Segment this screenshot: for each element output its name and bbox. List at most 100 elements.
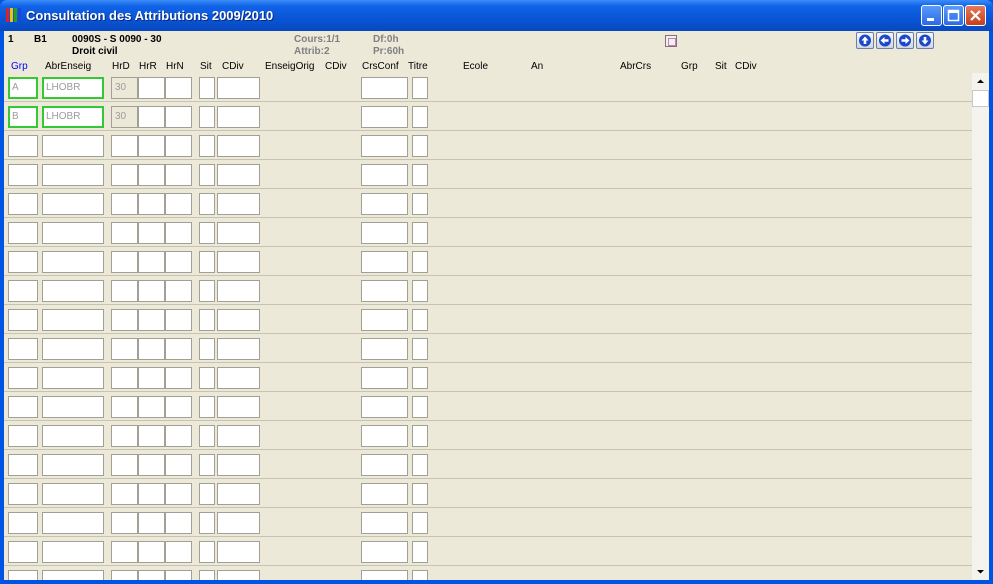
hrd-input[interactable]: [111, 193, 138, 215]
grp-input[interactable]: [8, 570, 38, 580]
titre-input[interactable]: [412, 570, 428, 580]
abr-enseig-input[interactable]: [42, 367, 104, 389]
hrr-input[interactable]: [138, 222, 165, 244]
abr-enseig-input[interactable]: [42, 512, 104, 534]
crs-conf-input[interactable]: [361, 338, 408, 360]
hrr-input[interactable]: [138, 396, 165, 418]
grp-input[interactable]: [8, 251, 38, 273]
titre-input[interactable]: [412, 541, 428, 563]
nav-right-button[interactable]: [896, 32, 914, 49]
titre-input[interactable]: [412, 309, 428, 331]
abr-enseig-input[interactable]: [42, 338, 104, 360]
abr-enseig-input[interactable]: [42, 483, 104, 505]
grp-input[interactable]: [8, 541, 38, 563]
hrd-input[interactable]: [111, 135, 138, 157]
hrn-input[interactable]: [165, 338, 192, 360]
abr-enseig-input[interactable]: [42, 570, 104, 580]
cdiv-input[interactable]: [217, 512, 260, 534]
sit-input[interactable]: [199, 135, 215, 157]
crs-conf-input[interactable]: [361, 541, 408, 563]
abr-enseig-input[interactable]: [42, 222, 104, 244]
hrr-input[interactable]: [138, 106, 165, 128]
hrn-input[interactable]: [165, 135, 192, 157]
abr-enseig-input[interactable]: [42, 193, 104, 215]
crs-conf-input[interactable]: [361, 425, 408, 447]
col-header-crs-conf[interactable]: CrsConf: [362, 61, 399, 72]
abr-enseig-input[interactable]: [42, 135, 104, 157]
col-header-sit-2[interactable]: Sit: [715, 61, 727, 72]
nav-up-button[interactable]: [856, 32, 874, 49]
grp-input[interactable]: [8, 425, 38, 447]
hrd-input[interactable]: [111, 164, 138, 186]
cdiv-input[interactable]: [217, 106, 260, 128]
crs-conf-input[interactable]: [361, 512, 408, 534]
titre-input[interactable]: [412, 135, 428, 157]
cdiv-input[interactable]: [217, 338, 260, 360]
cdiv-input[interactable]: [217, 483, 260, 505]
grp-input[interactable]: B: [8, 106, 38, 128]
cdiv-input[interactable]: [217, 541, 260, 563]
cdiv-input[interactable]: [217, 425, 260, 447]
col-header-grp[interactable]: Grp: [11, 61, 28, 72]
titre-input[interactable]: [412, 164, 428, 186]
cdiv-input[interactable]: [217, 396, 260, 418]
grp-input[interactable]: [8, 338, 38, 360]
titre-input[interactable]: [412, 454, 428, 476]
hrn-input[interactable]: [165, 396, 192, 418]
sit-input[interactable]: [199, 106, 215, 128]
crs-conf-input[interactable]: [361, 483, 408, 505]
col-header-cdiv-3[interactable]: CDiv: [735, 61, 757, 72]
sit-input[interactable]: [199, 541, 215, 563]
sit-input[interactable]: [199, 396, 215, 418]
sit-input[interactable]: [199, 512, 215, 534]
hrn-input[interactable]: [165, 309, 192, 331]
crs-conf-input[interactable]: [361, 570, 408, 580]
crs-conf-input[interactable]: [361, 396, 408, 418]
hrd-input[interactable]: [111, 251, 138, 273]
crs-conf-input[interactable]: [361, 135, 408, 157]
close-button[interactable]: [965, 5, 986, 26]
hrn-input[interactable]: [165, 222, 192, 244]
crs-conf-input[interactable]: [361, 164, 408, 186]
grp-input[interactable]: A: [8, 77, 38, 99]
hrr-input[interactable]: [138, 135, 165, 157]
col-header-hrd[interactable]: HrD: [112, 61, 130, 72]
abr-enseig-input[interactable]: LHOBR: [42, 106, 104, 128]
hrd-input[interactable]: [111, 541, 138, 563]
abr-enseig-input[interactable]: [42, 454, 104, 476]
crs-conf-input[interactable]: [361, 77, 408, 99]
record-marker-icon[interactable]: [665, 35, 677, 47]
crs-conf-input[interactable]: [361, 106, 408, 128]
crs-conf-input[interactable]: [361, 454, 408, 476]
hrn-input[interactable]: [165, 541, 192, 563]
crs-conf-input[interactable]: [361, 193, 408, 215]
titre-input[interactable]: [412, 193, 428, 215]
titre-input[interactable]: [412, 367, 428, 389]
hrn-input[interactable]: [165, 454, 192, 476]
col-header-abr-crs[interactable]: AbrCrs: [620, 61, 651, 72]
hrr-input[interactable]: [138, 338, 165, 360]
hrn-input[interactable]: [165, 164, 192, 186]
cdiv-input[interactable]: [217, 193, 260, 215]
grp-input[interactable]: [8, 367, 38, 389]
grp-input[interactable]: [8, 280, 38, 302]
grp-input[interactable]: [8, 164, 38, 186]
hrd-input[interactable]: 30: [111, 77, 138, 99]
hrr-input[interactable]: [138, 512, 165, 534]
hrr-input[interactable]: [138, 541, 165, 563]
cdiv-input[interactable]: [217, 251, 260, 273]
hrr-input[interactable]: [138, 280, 165, 302]
sit-input[interactable]: [199, 222, 215, 244]
grp-input[interactable]: [8, 135, 38, 157]
grp-input[interactable]: [8, 309, 38, 331]
hrr-input[interactable]: [138, 251, 165, 273]
crs-conf-input[interactable]: [361, 309, 408, 331]
hrd-input[interactable]: [111, 454, 138, 476]
sit-input[interactable]: [199, 77, 215, 99]
abr-enseig-input[interactable]: LHOBR: [42, 77, 104, 99]
hrr-input[interactable]: [138, 77, 165, 99]
cdiv-input[interactable]: [217, 454, 260, 476]
hrn-input[interactable]: [165, 280, 192, 302]
abr-enseig-input[interactable]: [42, 164, 104, 186]
hrr-input[interactable]: [138, 193, 165, 215]
